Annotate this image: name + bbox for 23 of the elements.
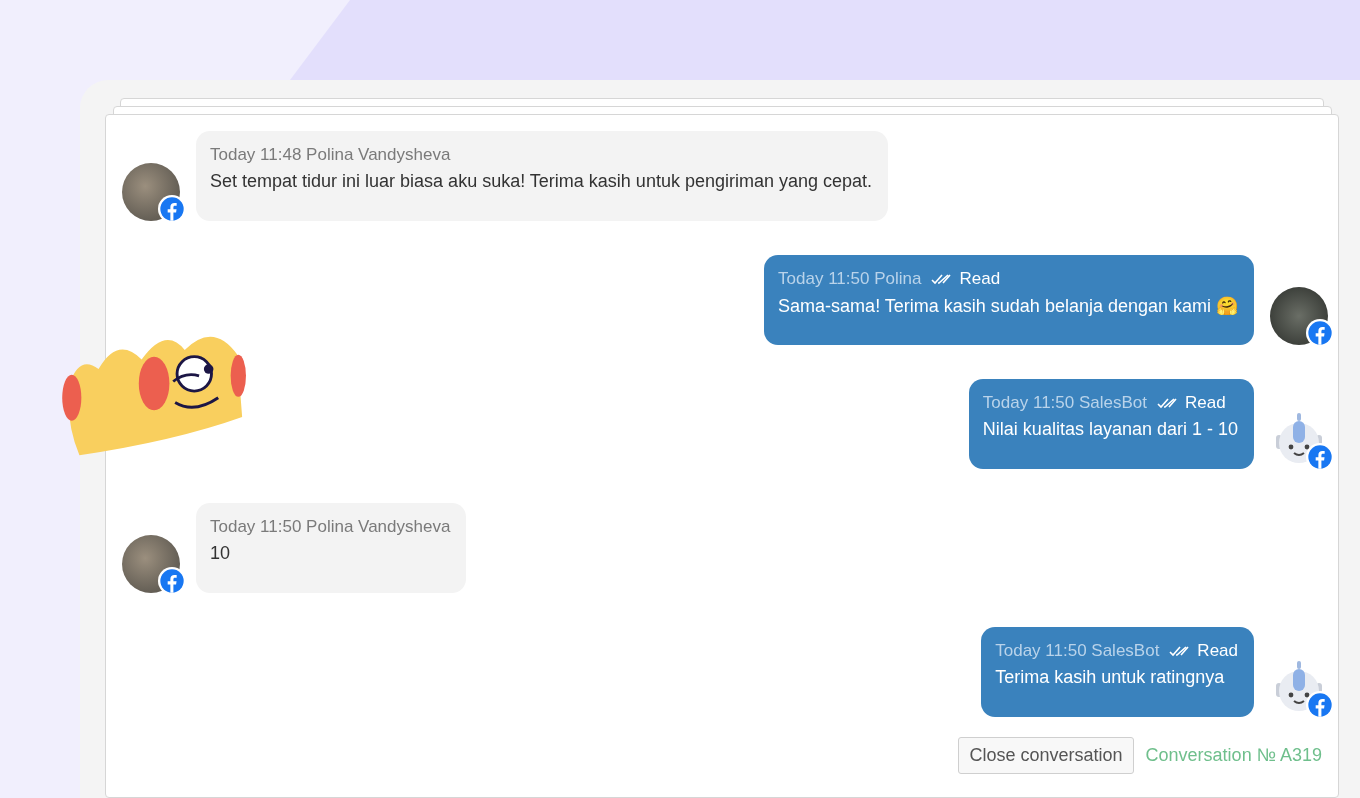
facebook-icon bbox=[1306, 443, 1334, 471]
message-text: Terima kasih untuk ratingnya bbox=[995, 667, 1226, 688]
double-check-icon bbox=[1169, 645, 1192, 657]
message-text: Sama-sama! Terima kasih sudah belanja dengan kami 🤗 bbox=[778, 295, 1238, 317]
message-text: Set tempat tidur ini luar biasa aku suka! Terima kasih untuk pengiriman yang cepat. bbox=[210, 171, 873, 192]
message-text: Nilai kualitas layanan dari 1 - 10 bbox=[982, 419, 1238, 440]
facebook-icon bbox=[158, 195, 186, 223]
facebook-icon bbox=[1306, 319, 1334, 347]
close-conversation-button[interactable]: Close conversation bbox=[958, 737, 1134, 774]
read-status: Read bbox=[959, 269, 1001, 289]
message-meta: Today 11:50 Polina Vandysheva bbox=[210, 517, 451, 537]
message-meta: Today 11:50 SalesBot bbox=[995, 641, 1160, 661]
message-meta: Today 11:50 SalesBot bbox=[982, 393, 1147, 413]
double-check-icon bbox=[931, 273, 954, 285]
read-status: Read bbox=[1185, 393, 1226, 413]
facebook-icon bbox=[158, 567, 186, 595]
facebook-icon bbox=[1306, 691, 1334, 719]
read-status: Read bbox=[1197, 641, 1238, 661]
message-meta: Today 11:48 Polina Vandysheva bbox=[210, 145, 451, 165]
conversation-number: Conversation № A319 bbox=[1145, 745, 1322, 766]
double-check-icon bbox=[1157, 397, 1179, 409]
message-text: 10 bbox=[210, 543, 232, 564]
message-meta: Today 11:50 Polina bbox=[778, 269, 922, 289]
